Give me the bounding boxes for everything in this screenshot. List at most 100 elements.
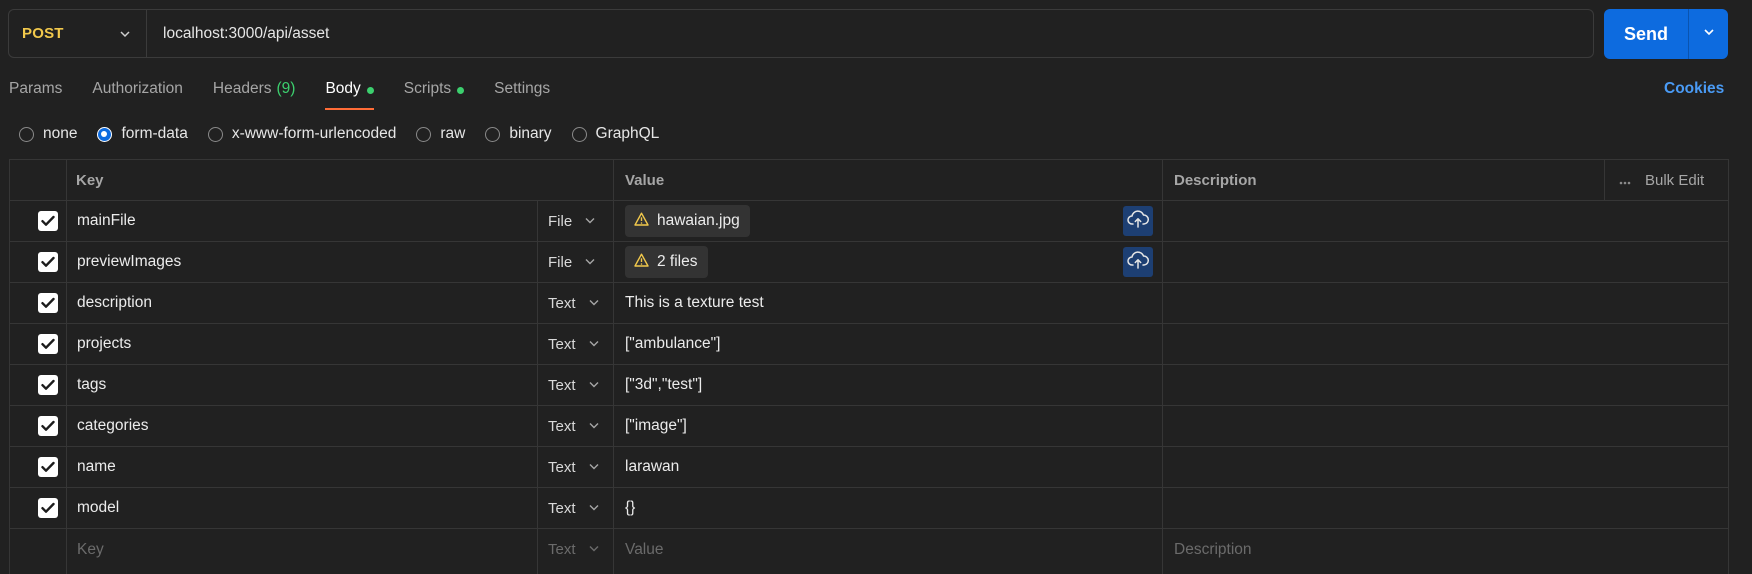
- body-type-graphql[interactable]: GraphQL: [571, 125, 659, 143]
- tab-headers[interactable]: Headers (9): [213, 76, 296, 110]
- value-cell[interactable]: ["ambulance"]: [625, 324, 720, 364]
- more-options-icon[interactable]: [1619, 172, 1631, 189]
- file-chip[interactable]: hawaian.jpg: [625, 205, 750, 237]
- row-enabled-checkbox[interactable]: [38, 334, 58, 354]
- chevron-down-icon: [588, 336, 600, 353]
- new-key-input[interactable]: Key: [77, 529, 104, 570]
- table-row: categories Text ["image"]: [10, 406, 1728, 447]
- row-enabled-checkbox[interactable]: [38, 416, 58, 436]
- cloud-upload-icon: [1127, 210, 1149, 232]
- body-type-raw[interactable]: raw: [416, 125, 465, 143]
- key-cell[interactable]: projects: [77, 324, 131, 364]
- row-enabled-checkbox[interactable]: [38, 293, 58, 313]
- value-cell[interactable]: 2 files: [625, 242, 708, 282]
- value-cell[interactable]: ["3d","test"]: [625, 365, 702, 405]
- key-text[interactable]: mainFile: [77, 212, 136, 230]
- type-label: File: [548, 212, 573, 230]
- chevron-down-icon: [1702, 25, 1716, 43]
- key-cell[interactable]: description: [77, 283, 152, 323]
- type-selector[interactable]: Text: [548, 541, 600, 558]
- bulk-edit-control[interactable]: Bulk Edit: [1619, 160, 1704, 200]
- send-button[interactable]: Send: [1604, 9, 1688, 59]
- bulk-edit-button[interactable]: Bulk Edit: [1645, 172, 1704, 189]
- row-enabled-checkbox[interactable]: [38, 457, 58, 477]
- body-type-binary[interactable]: binary: [485, 125, 552, 143]
- radio-button[interactable]: [19, 126, 34, 142]
- row-checkbox-cell: [38, 283, 58, 323]
- row-enabled-checkbox[interactable]: [38, 252, 58, 272]
- value-text[interactable]: ["3d","test"]: [625, 376, 702, 394]
- type-cell[interactable]: Text: [548, 406, 600, 446]
- radio-button[interactable]: [207, 126, 223, 142]
- value-cell[interactable]: {}: [625, 488, 635, 528]
- row-checkbox-cell: [38, 447, 58, 487]
- radio-button[interactable]: [416, 126, 432, 142]
- file-chip[interactable]: 2 files: [625, 246, 708, 278]
- send-options-button[interactable]: [1688, 9, 1728, 59]
- type-cell[interactable]: Text: [548, 488, 600, 528]
- tab-settings[interactable]: Settings: [494, 76, 550, 110]
- type-cell[interactable]: Text: [548, 324, 600, 364]
- tab-scripts[interactable]: Scripts: [404, 76, 465, 110]
- row-enabled-checkbox[interactable]: [38, 375, 58, 395]
- type-selector[interactable]: Text: [548, 418, 600, 435]
- row-checkbox-cell: [38, 488, 58, 528]
- type-cell[interactable]: File: [548, 201, 596, 241]
- radio-button[interactable]: [485, 126, 501, 142]
- type-selector[interactable]: Text: [548, 459, 600, 476]
- key-text[interactable]: previewImages: [77, 253, 181, 271]
- row-checkbox-cell: [38, 324, 58, 364]
- key-text[interactable]: description: [77, 294, 152, 312]
- key-text[interactable]: name: [77, 458, 116, 476]
- key-cell[interactable]: model: [77, 488, 119, 528]
- key-cell[interactable]: mainFile: [77, 201, 136, 241]
- chevron-down-icon: [584, 254, 596, 271]
- row-enabled-checkbox[interactable]: [38, 211, 58, 231]
- radio-button[interactable]: [97, 126, 113, 142]
- value-text[interactable]: ["image"]: [625, 417, 687, 435]
- upload-file-button[interactable]: [1123, 247, 1153, 277]
- type-selector[interactable]: File: [548, 213, 596, 230]
- key-text[interactable]: categories: [77, 417, 149, 435]
- type-selector[interactable]: File: [548, 254, 596, 271]
- radio-button[interactable]: [571, 126, 587, 142]
- type-cell[interactable]: File: [548, 242, 596, 282]
- value-text[interactable]: ["ambulance"]: [625, 335, 720, 353]
- type-cell[interactable]: Text: [548, 365, 600, 405]
- key-text[interactable]: model: [77, 499, 119, 517]
- key-cell[interactable]: categories: [77, 406, 149, 446]
- body-type-none[interactable]: none: [19, 125, 77, 143]
- body-type-urlencoded[interactable]: x-www-form-urlencoded: [207, 125, 396, 143]
- value-cell[interactable]: larawan: [625, 447, 679, 487]
- value-text[interactable]: This is a texture test: [625, 294, 764, 312]
- key-text[interactable]: tags: [77, 376, 106, 394]
- tab-authorization[interactable]: Authorization: [92, 76, 182, 110]
- key-cell[interactable]: name: [77, 447, 116, 487]
- new-description-input[interactable]: Description: [1174, 529, 1252, 570]
- type-selector[interactable]: Text: [548, 377, 600, 394]
- upload-file-button[interactable]: [1123, 206, 1153, 236]
- tab-params[interactable]: Params: [9, 76, 62, 110]
- value-text[interactable]: {}: [625, 499, 635, 517]
- value-text[interactable]: larawan: [625, 458, 679, 476]
- row-enabled-checkbox[interactable]: [38, 498, 58, 518]
- tab-body[interactable]: Body: [325, 76, 375, 110]
- type-selector[interactable]: Text: [548, 500, 600, 517]
- value-cell[interactable]: ["image"]: [625, 406, 687, 446]
- value-cell[interactable]: This is a texture test: [625, 283, 764, 323]
- key-cell[interactable]: tags: [77, 365, 106, 405]
- url-input[interactable]: localhost:3000/api/asset: [147, 25, 329, 43]
- key-cell[interactable]: previewImages: [77, 242, 181, 282]
- type-selector[interactable]: Text: [548, 336, 600, 353]
- type-cell[interactable]: Text: [548, 283, 600, 323]
- type-selector[interactable]: Text: [548, 295, 600, 312]
- new-value-input[interactable]: Value: [625, 529, 664, 570]
- body-type-form-data[interactable]: form-data: [97, 125, 188, 143]
- value-cell[interactable]: hawaian.jpg: [625, 201, 750, 241]
- method-selector[interactable]: POST: [9, 10, 147, 57]
- type-cell[interactable]: Text: [548, 447, 600, 487]
- key-text[interactable]: projects: [77, 335, 131, 353]
- key-column-header: Key: [76, 160, 104, 200]
- type-cell[interactable]: Text: [548, 529, 600, 570]
- cookies-link[interactable]: Cookies: [1664, 80, 1724, 98]
